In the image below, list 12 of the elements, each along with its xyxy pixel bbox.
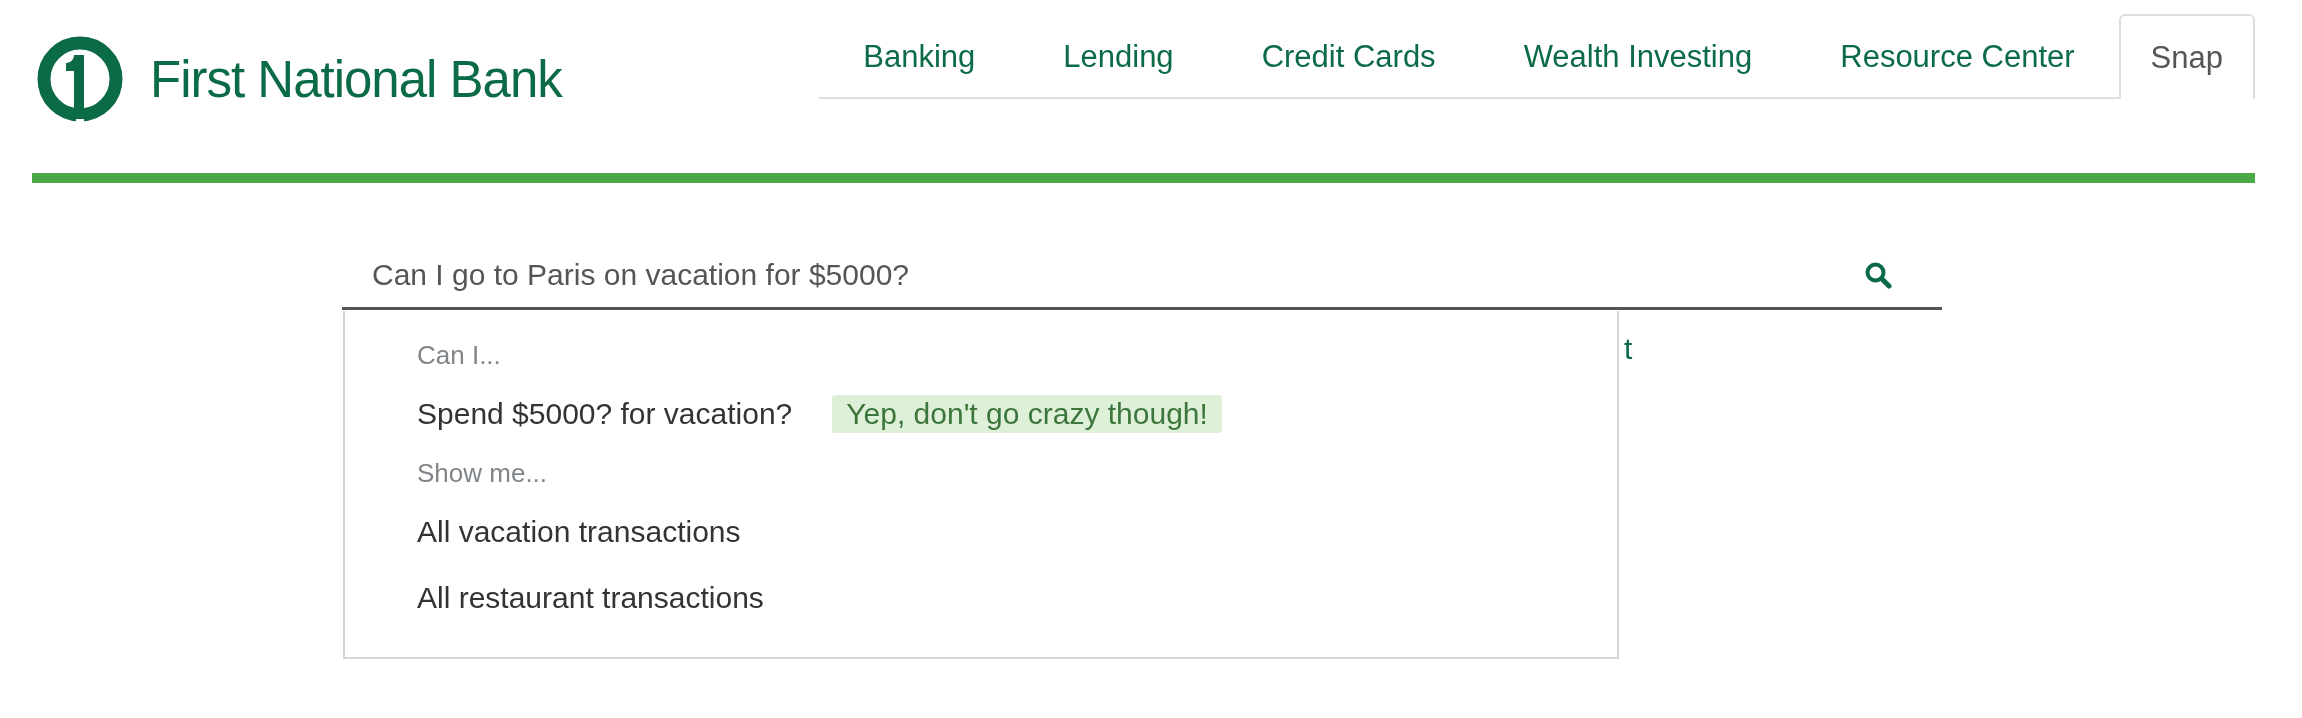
search-icon[interactable]: [1864, 261, 1892, 289]
suggestion-header: Show me...: [417, 457, 548, 489]
suggestion-item[interactable]: All vacation transactions: [417, 515, 741, 549]
search-field[interactable]: Can I go to Paris on vacation for $5000?: [342, 258, 1864, 292]
suggestion-header: Can I...: [417, 339, 501, 371]
suggestion-item[interactable]: Spend $5000? for vacation?: [417, 397, 793, 431]
covered-text: t: [1624, 332, 1633, 365]
logo-text: First National Bank: [150, 49, 562, 109]
suggestion-item[interactable]: All restaurant transactions: [417, 581, 764, 615]
logo-icon: [36, 35, 124, 123]
answer-badge: Yep, don't go crazy though!: [832, 395, 1222, 433]
nav-tab[interactable]: Snap: [2118, 14, 2255, 99]
